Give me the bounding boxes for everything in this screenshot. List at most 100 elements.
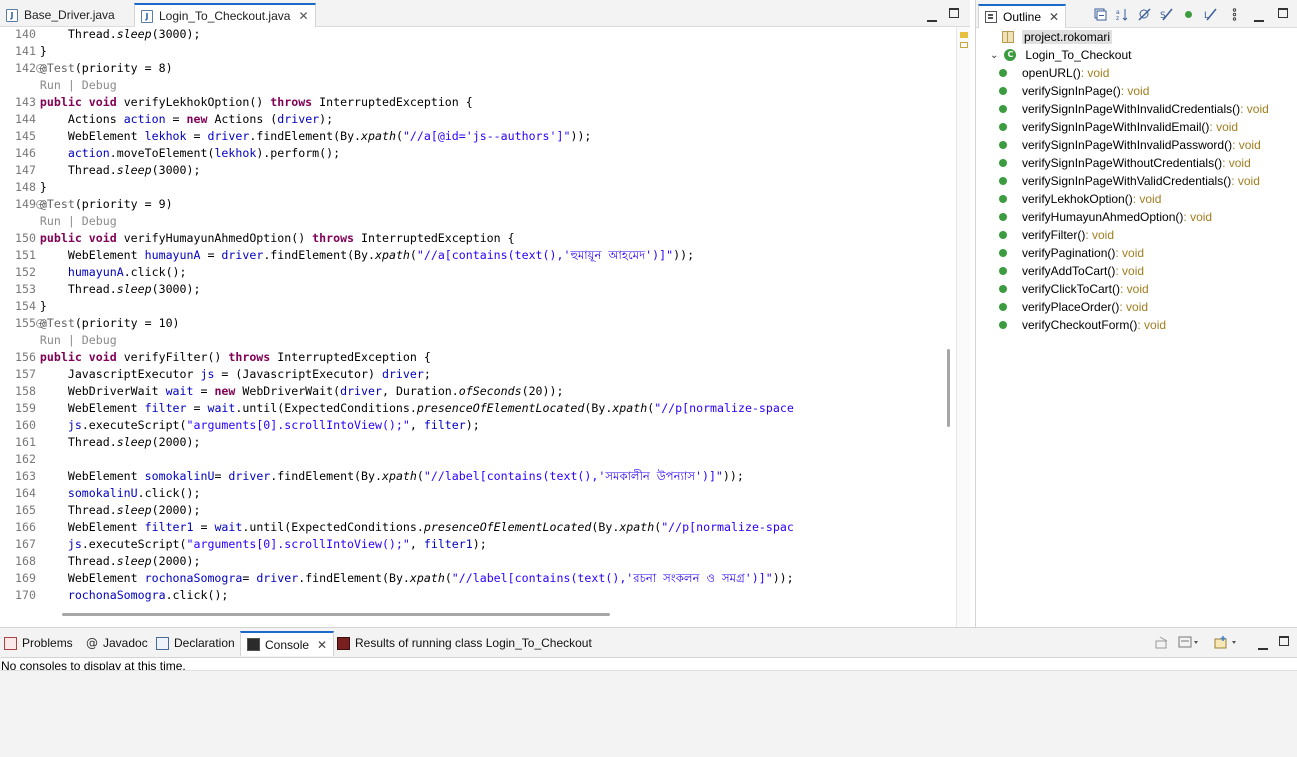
- code-token: js: [67, 418, 82, 432]
- code-line[interactable]: Run | Debug: [0, 213, 942, 230]
- code-area[interactable]: 140 Thread.sleep(3000); 141 } 142− @Test(p…: [0, 27, 942, 608]
- code-token: .executeScript(: [81, 418, 187, 432]
- warning-marker-icon[interactable]: [960, 32, 968, 38]
- hide-static-icon[interactable]: S: [1160, 8, 1173, 21]
- outline-method-item[interactable]: openURL() : void: [999, 64, 1109, 82]
- code-token: xpath: [619, 520, 655, 534]
- outline-method-item[interactable]: verifyHumayunAhmedOption() : void: [999, 208, 1212, 226]
- class-node[interactable]: ⌄ C Login_To_Checkout: [990, 47, 1131, 63]
- outline-method-item[interactable]: verifyPagination() : void: [999, 244, 1144, 262]
- code-line[interactable]: Run | Debug: [0, 77, 942, 94]
- console-area[interactable]: [0, 670, 1297, 757]
- code-line[interactable]: 155− @Test(priority = 10): [0, 315, 942, 332]
- outline-method-item[interactable]: verifyCheckoutForm() : void: [999, 316, 1166, 334]
- outline-method-item[interactable]: verifyLekhokOption() : void: [999, 190, 1161, 208]
- horizontal-scrollbar[interactable]: [0, 608, 942, 620]
- scroll-thumb[interactable]: [62, 613, 610, 616]
- package-node[interactable]: project.rokomari: [1002, 29, 1113, 45]
- tab-problems[interactable]: Problems: [4, 632, 73, 654]
- code-text: }: [12, 43, 47, 60]
- run-debug-lens[interactable]: Run | Debug: [12, 214, 117, 228]
- open-console-icon[interactable]: [1214, 636, 1240, 649]
- minimize-icon[interactable]: [1254, 12, 1264, 25]
- pin-console-icon[interactable]: [1155, 636, 1169, 649]
- close-icon[interactable]: ✕: [1049, 10, 1059, 24]
- code-line[interactable]: 156 public void verifyFilter() throws In…: [0, 349, 942, 366]
- maximize-icon[interactable]: [949, 8, 959, 21]
- code-editor[interactable]: J Base_Driver.java J Login_To_Checkout.j…: [0, 0, 970, 627]
- outline-method-item[interactable]: verifyFilter() : void: [999, 226, 1114, 244]
- code-line[interactable]: 164 somokalinU.click();: [0, 485, 942, 502]
- marker-icon[interactable]: [960, 42, 968, 48]
- display-console-icon[interactable]: [1178, 636, 1200, 649]
- code-line[interactable]: 144 Actions action = new Actions (driver…: [0, 111, 942, 128]
- hide-non-public-icon[interactable]: [1182, 8, 1195, 21]
- code-line[interactable]: 161 Thread.sleep(2000);: [0, 434, 942, 451]
- run-debug-lens[interactable]: Run | Debug: [12, 78, 117, 92]
- code-line[interactable]: 165 Thread.sleep(2000);: [0, 502, 942, 519]
- hide-local-types-icon[interactable]: L: [1204, 8, 1217, 21]
- close-icon[interactable]: ✕: [298, 9, 308, 23]
- chevron-down-icon[interactable]: ⌄: [990, 50, 998, 61]
- code-line[interactable]: 146 action.moveToElement(lekhok).perform…: [0, 145, 942, 162]
- code-line[interactable]: 167 js.executeScript("arguments[0].scrol…: [0, 536, 942, 553]
- code-line[interactable]: 166 WebElement filter1 = wait.until(Expe…: [0, 519, 942, 536]
- outline-method-item[interactable]: verifyPlaceOrder() : void: [999, 298, 1148, 316]
- code-line[interactable]: 140 Thread.sleep(3000);: [0, 27, 942, 43]
- code-line[interactable]: 143 public void verifyLekhokOption() thr…: [0, 94, 942, 111]
- code-token: Thread.: [12, 282, 117, 296]
- code-line[interactable]: 160 js.executeScript("arguments[0].scrol…: [0, 417, 942, 434]
- code-line[interactable]: 150 public void verifyHumayunAhmedOption…: [0, 230, 942, 247]
- code-token: .click();: [137, 486, 201, 500]
- code-line[interactable]: 168 Thread.sleep(2000);: [0, 553, 942, 570]
- collapse-all-icon[interactable]: [1094, 8, 1107, 21]
- tab-base-driver[interactable]: J Base_Driver.java: [6, 3, 115, 27]
- tab-declaration[interactable]: Declaration: [156, 632, 235, 654]
- vertical-scrollbar[interactable]: [942, 27, 956, 608]
- outline-method-item[interactable]: verifySignInPageWithoutCredentials() : v…: [999, 154, 1251, 172]
- code-line[interactable]: 159 WebElement filter = wait.until(Expec…: [0, 400, 942, 417]
- code-line[interactable]: 169 WebElement rochonaSomogra= driver.fi…: [0, 570, 942, 587]
- outline-method-item[interactable]: verifySignInPage() : void: [999, 82, 1149, 100]
- code-line[interactable]: 157 JavascriptExecutor js = (JavascriptE…: [0, 366, 942, 383]
- code-line[interactable]: Run | Debug: [0, 332, 942, 349]
- overview-ruler[interactable]: [956, 27, 970, 627]
- code-line[interactable]: 162: [0, 451, 942, 468]
- code-line[interactable]: 141 }: [0, 43, 942, 60]
- tab-junit-results[interactable]: Results of running class Login_To_Checko…: [337, 632, 592, 654]
- code-line[interactable]: 158 WebDriverWait wait = new WebDriverWa…: [0, 383, 942, 400]
- tab-console[interactable]: Console ✕: [240, 631, 335, 656]
- outline-method-item[interactable]: verifySignInPageWithInvalidPassword() : …: [999, 136, 1261, 154]
- maximize-icon[interactable]: [1279, 636, 1289, 649]
- maximize-icon[interactable]: [1278, 8, 1288, 21]
- code-line[interactable]: 163 WebElement somokalinU= driver.findEl…: [0, 468, 942, 485]
- close-icon[interactable]: ✕: [317, 638, 327, 652]
- run-debug-lens[interactable]: Run | Debug: [12, 333, 117, 347]
- tab-outline[interactable]: Outline ✕: [978, 4, 1067, 28]
- code-line[interactable]: 154 }: [0, 298, 942, 315]
- code-line[interactable]: 153 Thread.sleep(3000);: [0, 281, 942, 298]
- outline-method-item[interactable]: verifySignInPageWithInvalidEmail() : voi…: [999, 118, 1238, 136]
- scroll-thumb[interactable]: [947, 349, 950, 427]
- sort-icon[interactable]: az: [1116, 8, 1129, 21]
- code-line[interactable]: 149− @Test(priority = 9): [0, 196, 942, 213]
- tab-login-to-checkout[interactable]: J Login_To_Checkout.java ✕: [134, 3, 316, 27]
- hide-fields-icon[interactable]: [1138, 8, 1151, 21]
- code-line[interactable]: 142− @Test(priority = 8): [0, 60, 942, 77]
- code-line[interactable]: 145 WebElement lekhok = driver.findEleme…: [0, 128, 942, 145]
- tab-javadoc[interactable]: @ Javadoc: [86, 632, 148, 654]
- view-menu-icon[interactable]: [1228, 8, 1241, 21]
- code-line[interactable]: 151 WebElement humayunA = driver.findEle…: [0, 247, 942, 264]
- code-line[interactable]: 147 Thread.sleep(3000);: [0, 162, 942, 179]
- outline-method-item[interactable]: verifySignInPageWithValidCredentials() :…: [999, 172, 1260, 190]
- code-line[interactable]: 170 rochonaSomogra.click();: [0, 587, 942, 604]
- method-return-type: : void: [1231, 174, 1260, 188]
- code-line[interactable]: 152 humayunA.click();: [0, 264, 942, 281]
- minimize-icon[interactable]: [1258, 640, 1268, 653]
- outline-method-item[interactable]: verifyClickToCart() : void: [999, 280, 1149, 298]
- minimize-icon[interactable]: [927, 12, 937, 25]
- code-line[interactable]: 148 }: [0, 179, 942, 196]
- outline-method-item[interactable]: verifyAddToCart() : void: [999, 262, 1144, 280]
- outline-method-item[interactable]: verifySignInPageWithInvalidCredentials()…: [999, 100, 1269, 118]
